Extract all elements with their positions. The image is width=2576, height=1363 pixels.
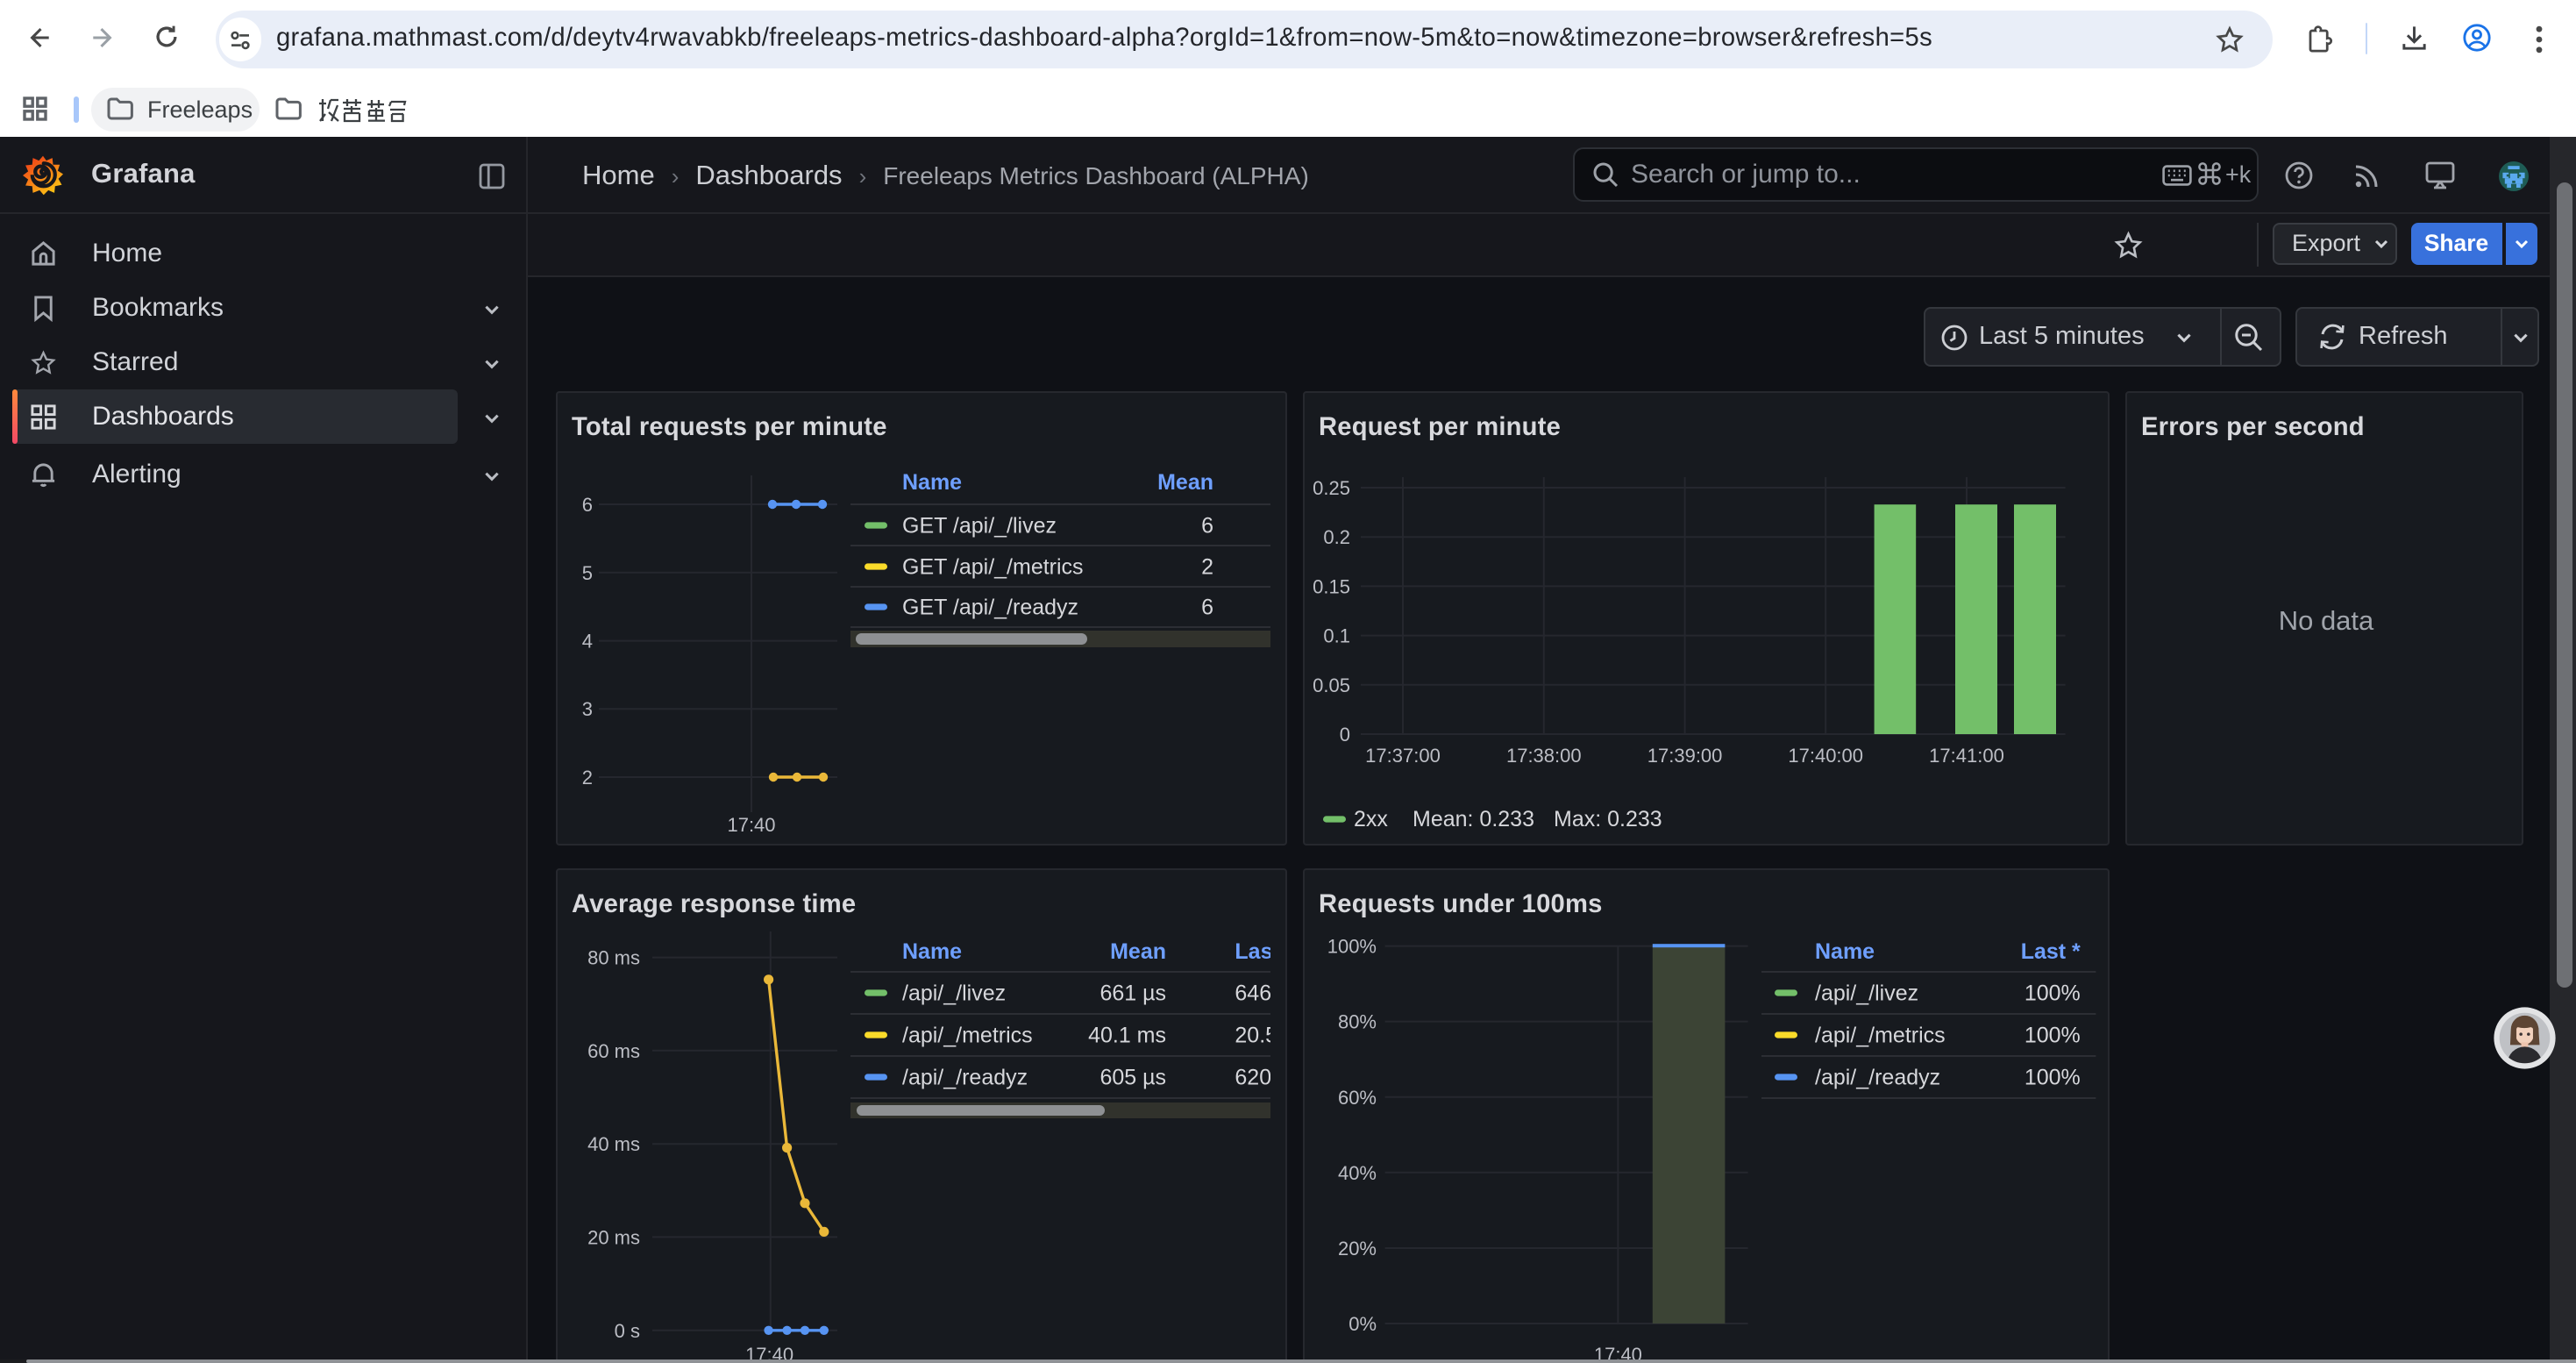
svg-text:0: 0 (1340, 724, 1350, 746)
svg-text:17:40: 17:40 (727, 814, 775, 836)
svg-text:Name: Name (902, 939, 962, 964)
svg-text:60 ms: 60 ms (587, 1040, 640, 1062)
svg-text:0.05: 0.05 (1313, 674, 1350, 696)
svg-text:100%: 100% (2025, 1023, 2081, 1047)
svg-text:/api/_/livez: /api/_/livez (902, 981, 1006, 1005)
svg-text:100%: 100% (2025, 981, 2081, 1005)
svg-text:100%: 100% (2025, 1065, 2081, 1089)
svg-text:Name: Name (902, 470, 962, 495)
svg-text:4: 4 (582, 631, 593, 653)
svg-text:20.5 ms: 20.5 ms (1235, 1023, 1289, 1047)
svg-text:40 ms: 40 ms (587, 1133, 640, 1155)
svg-text:6: 6 (582, 494, 593, 516)
svg-text:3: 3 (582, 698, 593, 720)
svg-text:0 s: 0 s (615, 1320, 640, 1342)
svg-text:/api/_/readyz: /api/_/readyz (1815, 1065, 1940, 1089)
svg-text:GET /api/_/readyz: GET /api/_/readyz (902, 595, 1078, 619)
svg-text:80%: 80% (1338, 1011, 1377, 1033)
svg-text:0.2: 0.2 (1323, 526, 1350, 548)
svg-text:100%: 100% (1327, 936, 1377, 958)
svg-text:17:37:00: 17:37:00 (1365, 745, 1441, 767)
svg-text:/api/_/livez: /api/_/livez (1815, 981, 1918, 1005)
svg-text:GET /api/_/metrics: GET /api/_/metrics (902, 554, 1084, 579)
svg-text:5: 5 (582, 562, 593, 584)
svg-text:0.1: 0.1 (1323, 625, 1350, 647)
svg-text:Last *: Last * (1235, 939, 1289, 964)
svg-text:Errors per second: Errors per second (2140, 413, 2364, 441)
svg-text:2: 2 (582, 767, 593, 789)
svg-text:646 µs: 646 µs (1235, 981, 1289, 1005)
svg-text:2: 2 (1201, 554, 1213, 579)
svg-text:/api/_/readyz: /api/_/readyz (902, 1065, 1028, 1089)
svg-text:20 ms: 20 ms (587, 1226, 640, 1248)
svg-text:661 µs: 661 µs (1099, 981, 1166, 1005)
svg-text:20%: 20% (1338, 1238, 1377, 1260)
svg-text:80 ms: 80 ms (587, 947, 640, 969)
svg-text:17:38:00: 17:38:00 (1506, 745, 1582, 767)
svg-text:60%: 60% (1338, 1087, 1377, 1109)
svg-text:605 µs: 605 µs (1099, 1065, 1166, 1089)
svg-text:6: 6 (1201, 513, 1213, 538)
svg-text:Requests under 100ms: Requests under 100ms (1319, 890, 1603, 918)
svg-text:GET /api/_/livez: GET /api/_/livez (902, 513, 1057, 538)
svg-text:40%: 40% (1338, 1162, 1377, 1184)
svg-text:No data: No data (2278, 605, 2373, 636)
svg-text:Request per minute: Request per minute (1319, 413, 1561, 441)
svg-text:0.15: 0.15 (1313, 575, 1350, 597)
svg-text:Name: Name (1815, 939, 1875, 964)
svg-text:Mean: Mean (1110, 939, 1166, 964)
svg-text:/api/_/metrics: /api/_/metrics (1815, 1023, 1946, 1047)
svg-text:Last *: Last * (2021, 939, 2081, 964)
svg-text:/api/_/metrics: /api/_/metrics (902, 1023, 1033, 1047)
svg-text:Mean: Mean (1157, 470, 1213, 495)
svg-text:0.25: 0.25 (1313, 477, 1350, 499)
svg-text:Total requests per minute: Total requests per minute (572, 413, 887, 441)
svg-text:2xx: 2xx (1354, 807, 1388, 831)
svg-text:Max: 0.233: Max: 0.233 (1554, 807, 1662, 831)
svg-text:17:39:00: 17:39:00 (1647, 745, 1723, 767)
svg-text:620 µs: 620 µs (1235, 1065, 1289, 1089)
svg-text:Average response time: Average response time (572, 890, 856, 918)
svg-text:6: 6 (1201, 595, 1213, 619)
svg-text:40.1 ms: 40.1 ms (1088, 1023, 1166, 1047)
svg-text:0%: 0% (1348, 1313, 1377, 1335)
svg-text:Mean: 0.233: Mean: 0.233 (1413, 807, 1534, 831)
svg-text:17:40:00: 17:40:00 (1788, 745, 1863, 767)
svg-text:17:41:00: 17:41:00 (1929, 745, 2004, 767)
